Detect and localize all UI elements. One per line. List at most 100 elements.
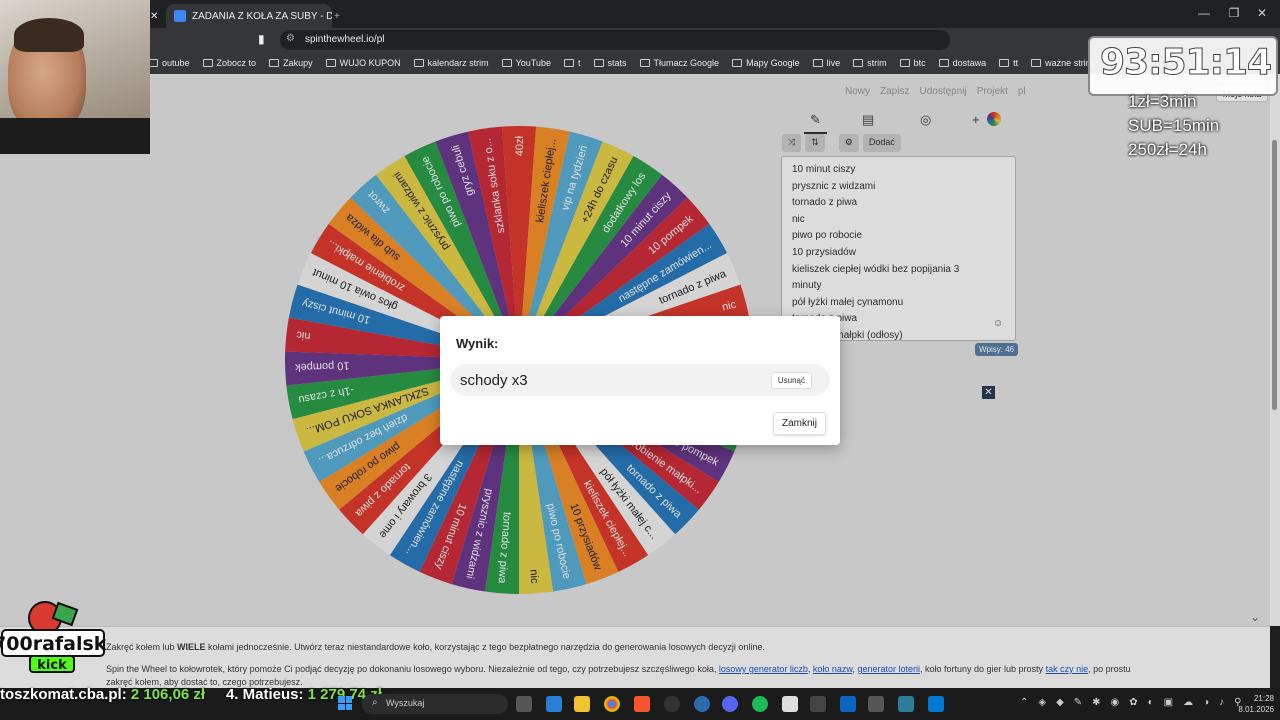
bookmark-item[interactable]: tt xyxy=(999,58,1018,68)
clock-time: 21:28 xyxy=(1253,694,1274,703)
folder-icon xyxy=(853,59,864,67)
bookmark-item[interactable]: dostawa xyxy=(938,58,987,68)
folder-icon xyxy=(564,59,574,67)
bookmark-label: WUJO KUPON xyxy=(339,58,401,68)
bookmark-item[interactable]: t xyxy=(564,58,581,68)
streamdeck-icon[interactable] xyxy=(782,696,798,712)
scrollbar-thumb[interactable] xyxy=(1272,140,1277,410)
taskbar-search[interactable]: Wyszukaj xyxy=(362,694,508,714)
folder-icon xyxy=(732,59,743,67)
bookmark-item[interactable]: Tłumacz Google xyxy=(639,58,720,68)
description-section: Zakręć kołem lub WIELE kołami jednocześn… xyxy=(0,626,1270,688)
obs-icon[interactable] xyxy=(664,696,680,712)
close-button[interactable]: Zamknij xyxy=(772,412,826,435)
bookmark-label: btc xyxy=(913,58,926,68)
url-field[interactable]: spinthewheel.io/pl xyxy=(280,30,950,50)
folder-icon xyxy=(501,59,512,67)
chevron-down-icon[interactable]: ⌄ xyxy=(1250,610,1260,624)
new-tab-button[interactable]: + xyxy=(334,4,348,28)
bookmark-label: Mapy Google xyxy=(746,58,800,68)
notepad-icon[interactable] xyxy=(898,696,914,712)
folder-icon xyxy=(593,59,604,67)
folder-icon xyxy=(413,59,424,67)
rate-1: 1zł=3min xyxy=(1128,92,1197,111)
bookmark-item[interactable]: stats xyxy=(593,58,627,68)
bookmark-label: kalendarz strim xyxy=(427,58,489,68)
folder-icon xyxy=(1031,59,1042,67)
bookmark-item[interactable]: YouTube xyxy=(501,58,551,68)
taskbar-clock[interactable]: 21:28 8.01.2026 xyxy=(1236,693,1274,715)
bookmark-item[interactable]: kalendarz strim xyxy=(413,58,489,68)
donation-ticker: toszkomat.cba.pl: 2 106,06 zł 4. Matieus… xyxy=(0,686,382,703)
link-random-number[interactable]: losowy generator liczb xyxy=(719,664,808,674)
remove-button[interactable]: Usunąć xyxy=(770,372,812,389)
folder-icon xyxy=(325,59,336,67)
site-info-icon[interactable]: ⚙ xyxy=(286,33,295,44)
app4-icon[interactable] xyxy=(868,696,884,712)
result-box: schody x3 Usunąć xyxy=(450,364,830,396)
bookmark-item[interactable]: live xyxy=(812,58,841,68)
modal-title: Wynik: xyxy=(456,336,499,351)
bookmark-item[interactable]: ważne strim xyxy=(1031,58,1093,68)
streamer-shirt xyxy=(0,118,150,154)
maximize-icon[interactable]: ❐ xyxy=(1224,6,1244,20)
bookmark-label: live xyxy=(826,58,841,68)
bookmark-item[interactable]: outube xyxy=(148,58,190,68)
folder-icon xyxy=(999,59,1010,67)
folder-icon xyxy=(639,59,650,67)
bookmark-item[interactable]: strim xyxy=(853,58,887,68)
explorer-icon[interactable] xyxy=(574,696,590,712)
rate-3: 250zł=24h xyxy=(1128,140,1207,159)
bookmark-item[interactable]: Mapy Google xyxy=(732,58,800,68)
folder-icon xyxy=(938,59,949,67)
clock-date: 8.01.2026 xyxy=(1238,705,1274,714)
logo-sub: kick xyxy=(37,658,67,673)
folder-icon xyxy=(899,59,910,67)
bookmark-label: YouTube xyxy=(515,58,551,68)
bookmark-label: stats xyxy=(607,58,627,68)
chrome-icon[interactable] xyxy=(604,696,620,712)
bookmark-item[interactable]: Zakupy xyxy=(269,58,313,68)
close-tab-icon[interactable]: ✕ xyxy=(150,4,162,28)
folder-icon xyxy=(812,59,823,67)
system-tray[interactable]: ⌃◈◆✎✱◉✿◐▣☁◑♪⚲ xyxy=(1020,697,1251,708)
task-view-icon[interactable] xyxy=(516,696,532,712)
link-name-wheel[interactable]: koło nazw xyxy=(813,664,853,674)
description-line-1: Zakręć kołem lub WIELE kołami jednocześn… xyxy=(106,642,765,652)
bookmark-label: Zakupy xyxy=(283,58,313,68)
bookmark-item[interactable]: WUJO KUPON xyxy=(325,58,401,68)
bookmark-item[interactable]: Zobocz to xyxy=(202,58,256,68)
app3-icon[interactable] xyxy=(840,696,856,712)
app2-icon[interactable] xyxy=(810,696,826,712)
bookmark-label: t xyxy=(578,58,581,68)
store-icon[interactable] xyxy=(546,696,562,712)
description-line-2: Spin the Wheel to kołowrotek, który pomo… xyxy=(106,664,1131,674)
tab-active[interactable]: ZADANIA Z KOŁA ZA SUBY - Dokume xyxy=(166,4,332,28)
folder-icon xyxy=(269,59,280,67)
close-window-icon[interactable]: ✕ xyxy=(1252,6,1272,20)
windows-start-icon[interactable] xyxy=(338,696,352,710)
result-modal: Wynik: schody x3 Usunąć Zamknij xyxy=(440,316,840,445)
app-icon[interactable] xyxy=(694,696,710,712)
bookmark-label: outube xyxy=(162,58,190,68)
brave-icon[interactable] xyxy=(634,696,650,712)
result-text: schody x3 xyxy=(460,372,528,389)
link-lottery[interactable]: generator loterii xyxy=(857,664,920,674)
tab-bar: ✕ ZADANIA Z KOŁA ZA SUBY - Dokume + — ❐ … xyxy=(0,0,1280,28)
bookmark-item[interactable]: btc xyxy=(899,58,926,68)
streamer-hair xyxy=(14,18,84,52)
bookmark-label: Tłumacz Google xyxy=(653,58,720,68)
bookmark-label: dostawa xyxy=(952,58,987,68)
discord-icon[interactable] xyxy=(722,696,738,712)
channel-logo: 700rafalski kick xyxy=(0,601,106,673)
tab-label: ZADANIA Z KOŁA ZA SUBY - Dokume xyxy=(192,10,332,22)
docs-icon xyxy=(174,10,186,22)
app5-icon[interactable] xyxy=(928,696,944,712)
bookmark-label: strim xyxy=(867,58,887,68)
logo-name: 700rafalski xyxy=(0,633,106,655)
spotify-icon[interactable] xyxy=(752,696,768,712)
bookmark-icon[interactable]: ▮ xyxy=(258,32,265,46)
minimize-icon[interactable]: — xyxy=(1194,6,1214,20)
bookmark-label: tt xyxy=(1013,58,1019,68)
link-yes-no[interactable]: tak czy nie xyxy=(1046,664,1089,674)
